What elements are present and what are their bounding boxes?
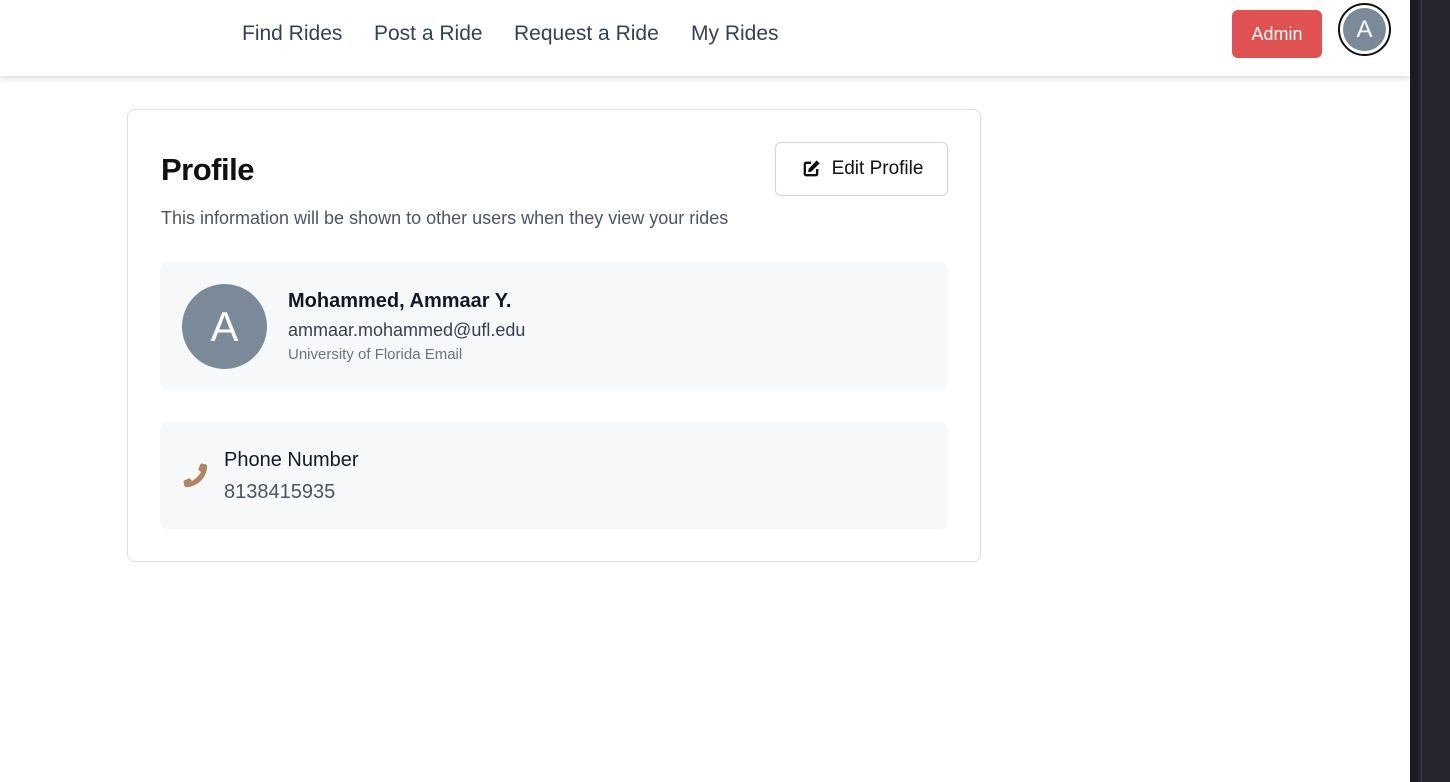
edit-profile-label: Edit Profile — [831, 158, 924, 179]
email-caption: University of Florida Email — [288, 346, 463, 363]
profile-subtitle: This information will be shown to other … — [161, 208, 729, 228]
avatar-initial: A — [1343, 8, 1386, 51]
profile-card: Profile Edit Profile This information wi… — [127, 109, 981, 562]
phone-panel: Phone Number 8138415935 — [160, 422, 948, 529]
window-edge-line — [1421, 0, 1422, 782]
pen-square-icon — [800, 158, 822, 180]
page: Find Rides Post a Ride Request a Ride My… — [0, 0, 1410, 782]
page-title: Profile — [161, 152, 254, 187]
phone-icon — [180, 460, 210, 490]
edit-profile-button[interactable]: Edit Profile — [775, 142, 948, 196]
admin-button[interactable]: Admin — [1232, 10, 1322, 58]
user-email: ammaar.mohammed@ufl.edu — [288, 320, 526, 340]
user-name: Mohammed, Ammaar Y. — [288, 290, 512, 312]
user-info-panel: A Mohammed, Ammaar Y. ammaar.mohammed@uf… — [160, 262, 948, 390]
nav-link-find-rides[interactable]: Find Rides — [242, 22, 342, 46]
nav-link-request-a-ride[interactable]: Request a Ride — [514, 22, 659, 46]
nav-link-my-rides[interactable]: My Rides — [691, 22, 779, 46]
phone-value: 8138415935 — [224, 481, 336, 503]
phone-label: Phone Number — [224, 449, 359, 471]
window-divider — [1410, 0, 1418, 782]
nav-link-post-a-ride[interactable]: Post a Ride — [374, 22, 483, 46]
user-avatar-button[interactable]: A — [1338, 3, 1391, 56]
window-edge — [1410, 0, 1450, 782]
avatar: A — [182, 284, 267, 369]
top-navbar: Find Rides Post a Ride Request a Ride My… — [0, 0, 1410, 77]
